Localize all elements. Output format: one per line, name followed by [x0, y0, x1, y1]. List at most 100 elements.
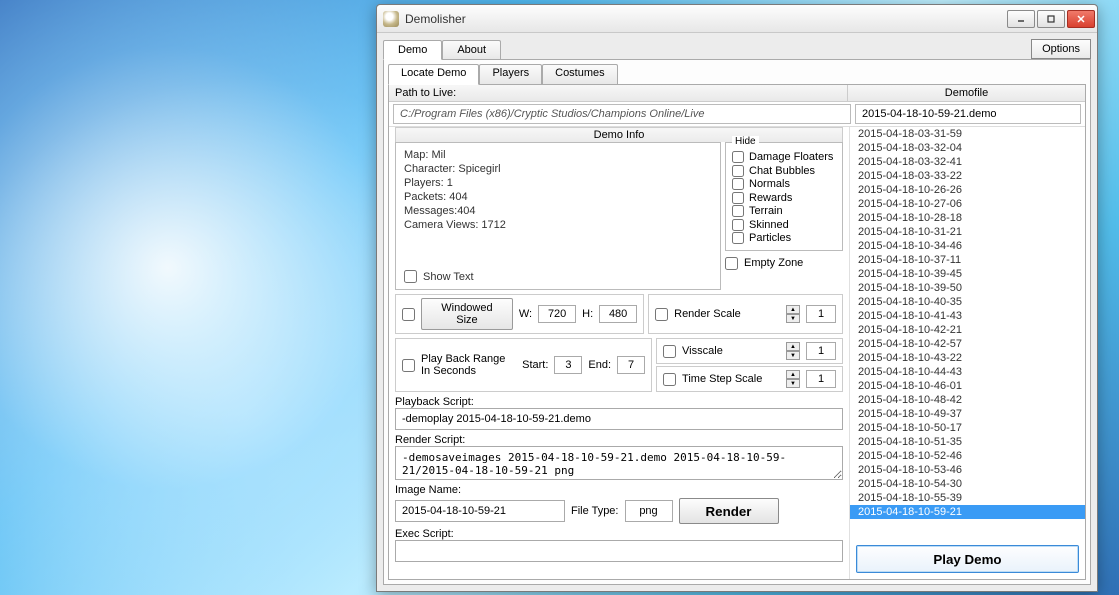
demofile-list-item[interactable]: 2015-04-18-10-39-50	[850, 281, 1085, 295]
demofile-list-item[interactable]: 2015-04-18-10-49-37	[850, 407, 1085, 421]
demo-info-messages: Messages:404	[404, 205, 712, 217]
demofile-list-item[interactable]: 2015-04-18-03-32-04	[850, 141, 1085, 155]
timestep-checkbox[interactable]	[663, 373, 676, 386]
timestep-up[interactable]: ▲	[786, 370, 800, 379]
demofile-list-item[interactable]: 2015-04-18-03-32-41	[850, 155, 1085, 169]
start-input[interactable]	[554, 356, 582, 374]
render-scale-checkbox[interactable]	[655, 308, 668, 321]
demofile-list-item[interactable]: 2015-04-18-10-37-11	[850, 253, 1085, 267]
show-text-checkbox[interactable]	[404, 270, 417, 283]
subtab-players[interactable]: Players	[479, 64, 542, 84]
image-name-input[interactable]	[395, 500, 565, 522]
demofile-list-item[interactable]: 2015-04-18-10-34-46	[850, 239, 1085, 253]
demofile-list-item[interactable]: 2015-04-18-10-43-22	[850, 351, 1085, 365]
demofile-list-item[interactable]: 2015-04-18-10-28-18	[850, 211, 1085, 225]
options-button[interactable]: Options	[1031, 39, 1091, 59]
hide-checkbox-1[interactable]	[732, 165, 744, 177]
hide-checkbox-4[interactable]	[732, 205, 744, 217]
render-script-input[interactable]	[395, 446, 843, 480]
visscale-up[interactable]: ▲	[786, 342, 800, 351]
hide-item-label: Particles	[749, 232, 791, 244]
path-to-live-input[interactable]	[393, 104, 851, 124]
demofile-list-item[interactable]: 2015-04-18-10-26-26	[850, 183, 1085, 197]
demofile-list-item[interactable]: 2015-04-18-10-44-43	[850, 365, 1085, 379]
demofile-list-item[interactable]: 2015-04-18-10-52-46	[850, 449, 1085, 463]
end-input[interactable]	[617, 356, 645, 374]
demofile-list-item[interactable]: 2015-04-18-10-53-46	[850, 463, 1085, 477]
play-demo-button[interactable]: Play Demo	[856, 545, 1079, 573]
timestep-input[interactable]	[806, 370, 836, 388]
hide-checkbox-6[interactable]	[732, 232, 744, 244]
demo-info-map: Map: Mil	[404, 149, 712, 161]
demofile-list-item[interactable]: 2015-04-18-10-48-42	[850, 393, 1085, 407]
demo-info-camera: Camera Views: 1712	[404, 219, 712, 231]
playback-script-input[interactable]	[395, 408, 843, 430]
hide-item-label: Normals	[749, 178, 790, 190]
demofile-list-item[interactable]: 2015-04-18-10-50-17	[850, 421, 1085, 435]
demofile-list-item[interactable]: 2015-04-18-10-39-45	[850, 267, 1085, 281]
playback-range-label: Play Back Range In Seconds	[421, 353, 516, 377]
subtab-locate-demo[interactable]: Locate Demo	[388, 64, 479, 85]
timestep-down[interactable]: ▼	[786, 379, 800, 388]
render-script-label: Render Script:	[395, 434, 843, 446]
visscale-input[interactable]	[806, 342, 836, 360]
end-label: End:	[588, 359, 611, 371]
demofile-list-item[interactable]: 2015-04-18-10-59-21	[850, 505, 1085, 519]
hide-checkbox-0[interactable]	[732, 151, 744, 163]
demofile-list-item[interactable]: 2015-04-18-10-55-39	[850, 491, 1085, 505]
demo-info-character: Character: Spicegirl	[404, 163, 712, 175]
demofile-list[interactable]: 2015-04-18-03-31-592015-04-18-03-32-0420…	[850, 127, 1085, 539]
demofile-list-item[interactable]: 2015-04-18-10-31-21	[850, 225, 1085, 239]
titlebar[interactable]: Demolisher	[377, 5, 1097, 33]
maximize-button[interactable]	[1037, 10, 1065, 28]
timestep-label: Time Step Scale	[682, 373, 780, 385]
minimize-button[interactable]	[1007, 10, 1035, 28]
empty-zone-label: Empty Zone	[744, 257, 803, 269]
hide-checkbox-3[interactable]	[732, 192, 744, 204]
tab-about[interactable]: About	[442, 40, 501, 59]
demofile-list-item[interactable]: 2015-04-18-10-40-35	[850, 295, 1085, 309]
demofile-list-item[interactable]: 2015-04-18-10-46-01	[850, 379, 1085, 393]
hide-item-label: Chat Bubbles	[749, 165, 815, 177]
visscale-label: Visscale	[682, 345, 780, 357]
windowed-size-button[interactable]: Windowed Size	[421, 298, 513, 330]
file-type-input[interactable]	[625, 500, 673, 522]
width-label: W:	[519, 308, 532, 320]
hide-item-label: Rewards	[749, 192, 792, 204]
height-input[interactable]	[599, 305, 637, 323]
demofile-list-item[interactable]: 2015-04-18-03-33-22	[850, 169, 1085, 183]
render-scale-up[interactable]: ▲	[786, 305, 800, 314]
demofile-list-item[interactable]: 2015-04-18-10-41-43	[850, 309, 1085, 323]
hide-checkbox-5[interactable]	[732, 219, 744, 231]
hide-checkbox-2[interactable]	[732, 178, 744, 190]
hide-item-label: Damage Floaters	[749, 151, 833, 163]
demofile-list-item[interactable]: 2015-04-18-10-27-06	[850, 197, 1085, 211]
demo-info-packets: Packets: 404	[404, 191, 712, 203]
close-button[interactable]	[1067, 10, 1095, 28]
render-scale-label: Render Scale	[674, 308, 780, 320]
width-input[interactable]	[538, 305, 576, 323]
demofile-header: Demofile	[847, 85, 1085, 101]
image-name-label: Image Name:	[395, 484, 843, 496]
empty-zone-checkbox[interactable]	[725, 257, 738, 270]
start-label: Start:	[522, 359, 548, 371]
render-scale-down[interactable]: ▼	[786, 314, 800, 323]
exec-script-input[interactable]	[395, 540, 843, 562]
demofile-list-item[interactable]: 2015-04-18-10-42-57	[850, 337, 1085, 351]
exec-script-label: Exec Script:	[395, 528, 843, 540]
playback-range-checkbox[interactable]	[402, 359, 415, 372]
subtab-costumes[interactable]: Costumes	[542, 64, 618, 84]
render-button[interactable]: Render	[679, 498, 779, 524]
visscale-checkbox[interactable]	[663, 345, 676, 358]
hide-group: Hide Damage FloatersChat BubblesNormalsR…	[725, 142, 843, 251]
demofile-list-item[interactable]: 2015-04-18-03-31-59	[850, 127, 1085, 141]
windowed-size-checkbox[interactable]	[402, 308, 415, 321]
visscale-down[interactable]: ▼	[786, 351, 800, 360]
demofile-list-item[interactable]: 2015-04-18-10-51-35	[850, 435, 1085, 449]
render-scale-input[interactable]	[806, 305, 836, 323]
playback-script-label: Playback Script:	[395, 396, 843, 408]
tab-demo[interactable]: Demo	[383, 40, 442, 60]
demofile-list-item[interactable]: 2015-04-18-10-54-30	[850, 477, 1085, 491]
demofile-input[interactable]	[855, 104, 1081, 124]
demofile-list-item[interactable]: 2015-04-18-10-42-21	[850, 323, 1085, 337]
